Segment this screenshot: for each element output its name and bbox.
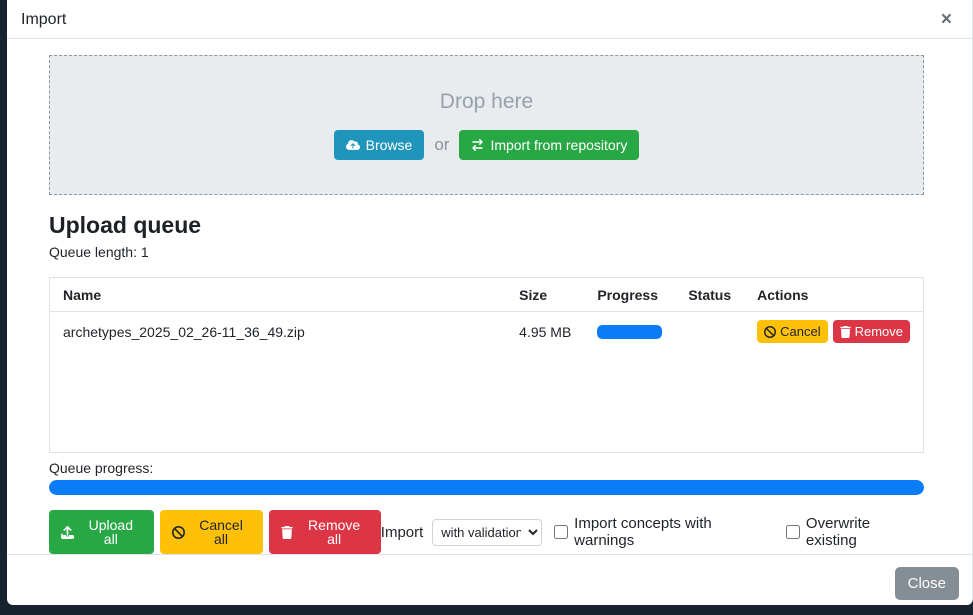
column-header-actions: Actions bbox=[744, 278, 923, 312]
table-header-row: Name Size Progress Status Actions bbox=[50, 278, 923, 312]
ban-icon bbox=[172, 526, 185, 539]
modal-body: Drop here Browse or Import from reposito… bbox=[7, 39, 972, 554]
file-progress-cell bbox=[584, 312, 675, 352]
file-size-cell: 4.95 MB bbox=[506, 312, 584, 352]
cloud-upload-icon bbox=[346, 139, 360, 151]
import-warnings-checkbox[interactable] bbox=[554, 525, 568, 539]
import-from-repository-button[interactable]: Import from repository bbox=[459, 130, 639, 160]
remove-all-button[interactable]: Remove all bbox=[269, 510, 380, 554]
upload-queue-table: Name Size Progress Status Actions archet… bbox=[49, 277, 924, 453]
file-dropzone[interactable]: Drop here Browse or Import from reposito… bbox=[49, 55, 924, 195]
remove-all-label: Remove all bbox=[299, 518, 368, 546]
column-header-name: Name bbox=[50, 278, 506, 312]
browse-button-label: Browse bbox=[366, 138, 413, 152]
trash-icon bbox=[281, 526, 293, 539]
modal-title: Import bbox=[21, 11, 66, 29]
queue-progress-track bbox=[49, 480, 924, 495]
file-name-cell: archetypes_2025_02_26-11_36_49.zip bbox=[50, 312, 506, 352]
upload-icon bbox=[61, 526, 74, 539]
file-progress-bar bbox=[597, 325, 662, 339]
queue-progress-bar bbox=[49, 480, 924, 495]
import-mode-select[interactable]: with validation bbox=[432, 519, 542, 546]
overwrite-existing-label: Overwrite existing bbox=[806, 515, 924, 549]
bottom-controls: Upload all Cancel all Remove all Import bbox=[49, 510, 924, 554]
cancel-all-label: Cancel all bbox=[191, 518, 252, 546]
remove-file-label: Remove bbox=[855, 325, 903, 338]
import-warnings-label: Import concepts with warnings bbox=[574, 515, 774, 549]
column-header-status: Status bbox=[675, 278, 744, 312]
upload-all-button[interactable]: Upload all bbox=[49, 510, 154, 554]
close-button[interactable]: Close bbox=[895, 567, 959, 600]
import-mode-label: Import bbox=[381, 524, 424, 541]
file-actions-cell: Cancel Remove bbox=[744, 312, 923, 352]
queue-length-text: Queue length: 1 bbox=[49, 244, 924, 260]
modal-footer: Close bbox=[7, 554, 972, 612]
overwrite-existing-checkbox[interactable] bbox=[786, 525, 800, 539]
import-from-repository-label: Import from repository bbox=[490, 138, 627, 152]
dropzone-actions: Browse or Import from repository bbox=[334, 130, 640, 160]
queue-progress-label: Queue progress: bbox=[49, 460, 924, 476]
file-progress-track bbox=[597, 325, 662, 339]
bulk-action-buttons: Upload all Cancel all Remove all bbox=[49, 510, 381, 554]
cancel-file-label: Cancel bbox=[780, 325, 820, 338]
ban-icon bbox=[764, 326, 776, 338]
import-options: Import with validation Import concepts w… bbox=[381, 515, 924, 549]
cancel-all-button[interactable]: Cancel all bbox=[160, 510, 264, 554]
table-row: archetypes_2025_02_26-11_36_49.zip 4.95 … bbox=[50, 312, 923, 352]
modal-header: Import × bbox=[7, 0, 972, 39]
import-modal: Import × Drop here Browse or Import from… bbox=[7, 0, 973, 605]
column-header-progress: Progress bbox=[584, 278, 675, 312]
dropzone-label: Drop here bbox=[440, 90, 533, 114]
remove-file-button[interactable]: Remove bbox=[833, 320, 910, 343]
column-header-size: Size bbox=[506, 278, 584, 312]
exchange-arrows-icon bbox=[471, 139, 484, 151]
cancel-file-button[interactable]: Cancel bbox=[757, 320, 827, 343]
browse-button[interactable]: Browse bbox=[334, 130, 425, 160]
upload-all-label: Upload all bbox=[80, 518, 142, 546]
close-icon[interactable]: × bbox=[937, 10, 956, 29]
import-warnings-option: Import concepts with warnings bbox=[554, 515, 774, 549]
upload-queue-heading: Upload queue bbox=[49, 212, 924, 239]
file-status-cell bbox=[675, 312, 744, 352]
trash-icon bbox=[840, 326, 851, 338]
overwrite-existing-option: Overwrite existing bbox=[786, 515, 924, 549]
or-label: or bbox=[434, 135, 449, 155]
